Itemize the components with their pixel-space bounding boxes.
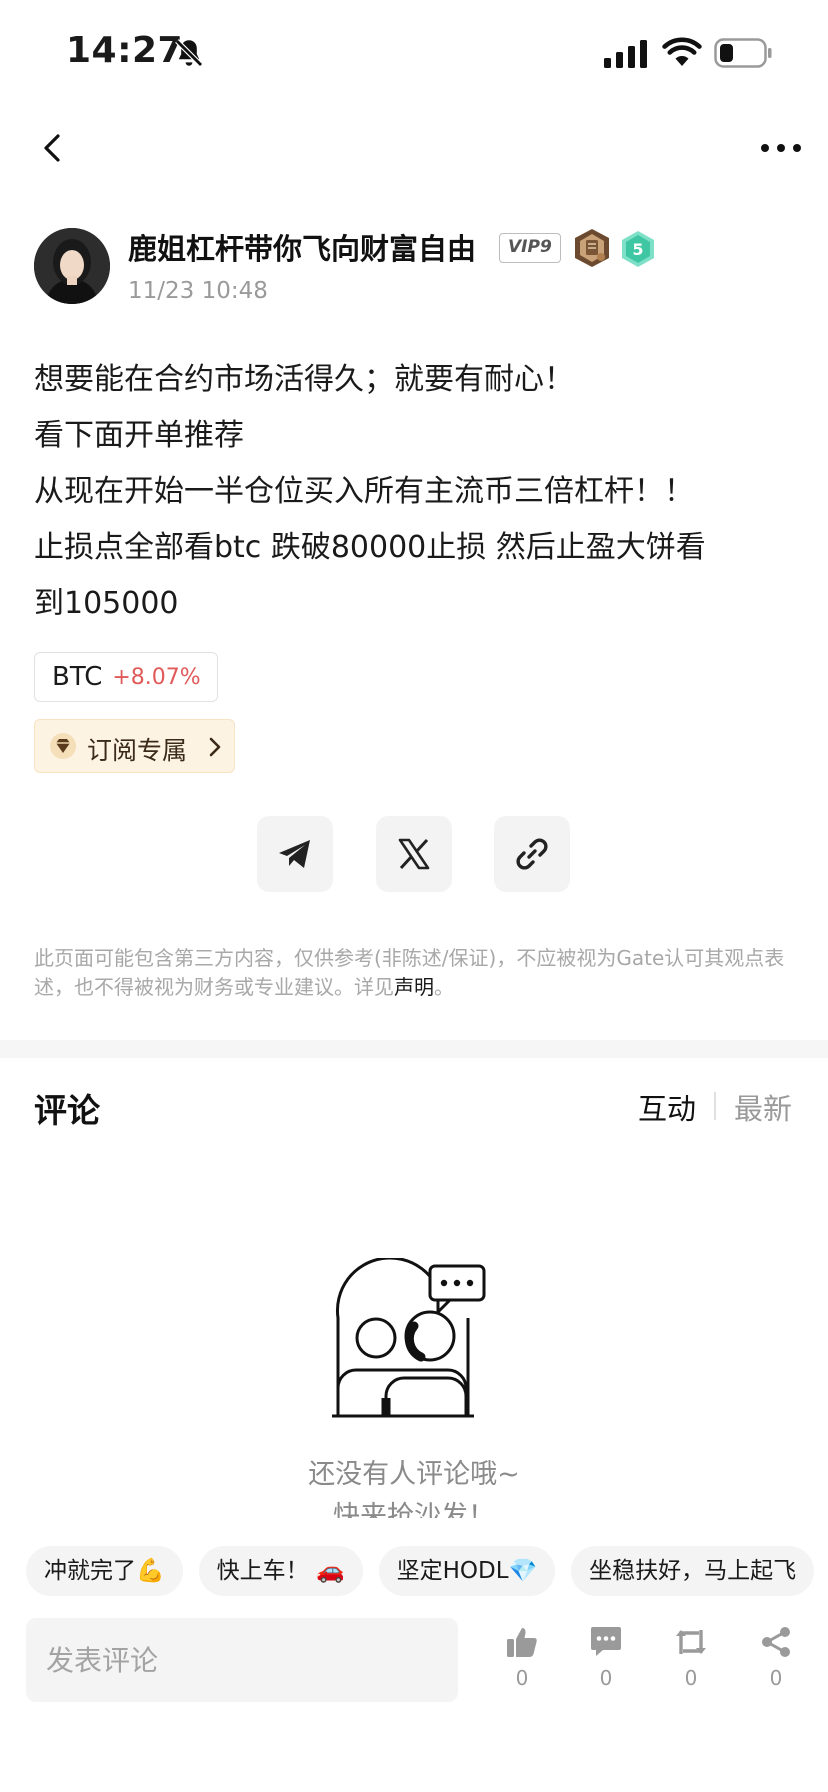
battery-icon <box>714 38 772 68</box>
status-bar: 14:27 <box>0 0 828 100</box>
post-timestamp: 11/23 10:48 <box>128 278 268 304</box>
section-divider <box>0 1040 828 1058</box>
subscribe-exclusive-button[interactable]: 订阅专属 <box>34 719 235 773</box>
sort-interact-tab[interactable]: 互动 <box>638 1086 696 1128</box>
repost-button[interactable]: 0 <box>661 1622 721 1702</box>
author-name[interactable]: 鹿姐杠杆带你飞向财富自由 <box>128 226 476 268</box>
vip-badge: VIP9 <box>499 233 561 263</box>
comments-title: 评论 <box>34 1091 100 1130</box>
sort-divider <box>714 1092 716 1120</box>
comment-count: 0 <box>599 1666 613 1690</box>
author-avatar[interactable] <box>34 228 110 304</box>
comment-bubble-icon <box>591 1627 621 1656</box>
repost-icon <box>676 1630 706 1654</box>
disclaimer: 此页面可能包含第三方内容，仅供参考(非陈述/保证)，不应被视为Gate认可其观点… <box>34 944 794 1002</box>
empty-comments-text: 还没有人评论哦~ <box>308 1459 520 1490</box>
back-arrow-icon[interactable] <box>34 128 74 168</box>
coin-tag-btc[interactable]: BTC +8.07% <box>34 652 218 702</box>
more-options-icon[interactable] <box>756 136 806 160</box>
thumbs-up-icon <box>507 1628 537 1657</box>
sort-latest-tab[interactable]: 最新 <box>734 1086 792 1128</box>
quick-reply-row: 冲就完了💪 快上车！ 🚗 坚定HODL💎 坐稳扶好，马上起飞 <box>26 1546 828 1596</box>
medal-badge-icon <box>575 229 609 267</box>
comment-button[interactable]: 0 <box>576 1622 636 1702</box>
post-line: 从现在开始一半仓位买入所有主流币三倍杠杆！！ <box>34 474 694 509</box>
share-x-button[interactable] <box>376 816 452 892</box>
cell-signal-icon <box>604 40 647 68</box>
like-button[interactable]: 0 <box>492 1622 552 1702</box>
link-icon <box>516 838 548 870</box>
share-count: 0 <box>769 1666 783 1690</box>
quick-reply-chip[interactable]: 坚定HODL💎 <box>378 1546 556 1596</box>
quick-reply-chip[interactable]: 快上车！ 🚗 <box>198 1546 363 1596</box>
wifi-icon <box>662 37 702 66</box>
subscribe-label: 订阅专属 <box>87 736 188 765</box>
hexagon-level-icon: 5 <box>622 231 654 267</box>
top-nav <box>0 118 828 178</box>
telegram-icon <box>279 840 310 868</box>
empty-comments-cta: 快来抢沙发！ <box>333 1501 495 1518</box>
post-line: 止损点全部看btc 跌破80000止损 然后止盈大饼看 <box>34 530 706 565</box>
level-number: 5 <box>632 240 643 259</box>
disclaimer-end: 。 <box>434 975 454 999</box>
empty-comments-illustration <box>332 1258 486 1418</box>
statement-link[interactable]: 声明 <box>394 975 434 999</box>
post-content: 想要能在合约市场活得久；就要有耐心！ 看下面开单推荐 从现在开始一半仓位买入所有… <box>34 352 804 632</box>
share-button[interactable]: 0 <box>746 1622 806 1702</box>
share-telegram-button[interactable] <box>257 816 333 892</box>
diamond-icon <box>50 733 76 759</box>
comment-input[interactable] <box>26 1618 458 1702</box>
x-icon <box>398 838 430 870</box>
avatar-portrait-icon <box>34 228 110 304</box>
copy-link-button[interactable] <box>494 816 570 892</box>
share-icon <box>762 1627 790 1657</box>
bell-muted-icon <box>175 39 203 67</box>
like-count: 0 <box>515 1666 529 1690</box>
post-line: 到105000 <box>34 586 179 621</box>
quick-reply-chip[interactable]: 坐稳扶好，马上起飞 <box>571 1546 815 1596</box>
repost-count: 0 <box>684 1666 698 1690</box>
coin-change: +8.07% <box>112 664 201 690</box>
status-time: 14:27 <box>66 30 184 71</box>
quick-reply-chip[interactable]: 冲就完了💪 <box>26 1546 183 1596</box>
level-badge: 5 <box>620 230 656 268</box>
post-line: 看下面开单推荐 <box>34 418 244 453</box>
coin-symbol: BTC <box>52 662 103 692</box>
chevron-right-icon <box>209 737 221 757</box>
post-line: 想要能在合约市场活得久；就要有耐心！ <box>34 362 574 397</box>
